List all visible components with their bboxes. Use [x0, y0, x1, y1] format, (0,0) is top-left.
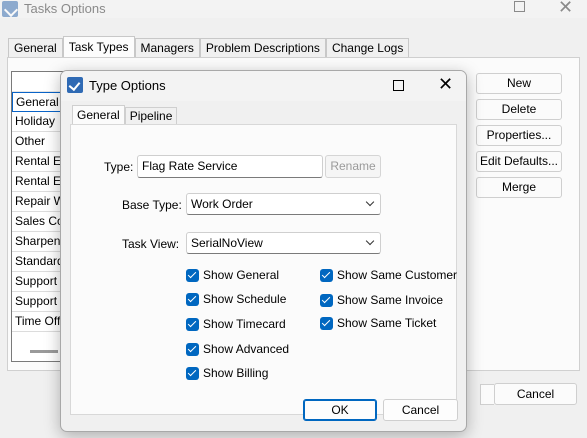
show-advanced-checkbox[interactable]: Show Advanced: [186, 341, 289, 357]
show-timecard-checkbox[interactable]: Show Timecard: [186, 316, 286, 332]
checkbox-checked-icon: [186, 292, 199, 306]
checkbox-checked-icon: [320, 268, 333, 282]
checkbox-checked-icon: [186, 317, 199, 331]
checkbox-label: Show Advanced: [203, 342, 290, 356]
rename-button[interactable]: Rename: [325, 155, 381, 178]
dialog-title: Type Options: [89, 78, 166, 93]
tab-problem-descriptions[interactable]: Problem Descriptions: [199, 38, 326, 58]
new-button[interactable]: New: [476, 73, 562, 94]
tasks-options-tabs: General Task Types Managers Problem Desc…: [8, 36, 410, 58]
checkbox-checked-icon: [186, 366, 199, 380]
tasks-options-titlebar: Tasks Options ✕: [0, 0, 587, 18]
tab-change-logs[interactable]: Change Logs: [325, 38, 410, 58]
tab-task-types[interactable]: Task Types: [62, 36, 135, 58]
checkbox-checked-icon: [186, 268, 199, 282]
show-same-customer-checkbox[interactable]: Show Same Customer: [320, 267, 457, 283]
tab-pipeline[interactable]: Pipeline: [124, 107, 178, 125]
tab-general[interactable]: General: [72, 105, 125, 125]
delete-button[interactable]: Delete: [476, 99, 562, 120]
close-icon[interactable]: ✕: [558, 0, 573, 18]
tab-general[interactable]: General: [8, 38, 63, 58]
dialog-titlebar: Type Options ✕: [61, 71, 466, 101]
app-icon: [67, 77, 83, 93]
checkbox-label: Show General: [203, 268, 280, 282]
properties-button[interactable]: Properties...: [476, 125, 562, 146]
maximize-icon[interactable]: [393, 80, 404, 91]
show-schedule-checkbox[interactable]: Show Schedule: [186, 291, 286, 307]
type-label: Type:: [104, 160, 134, 174]
chevron-down-icon: [365, 197, 375, 207]
tab-managers[interactable]: Managers: [134, 38, 200, 58]
task-view-label: Task View:: [122, 237, 180, 251]
task-view-value: SerialNoView: [191, 236, 263, 250]
checkbox-label: Show Timecard: [203, 317, 286, 331]
cancel-button[interactable]: Cancel: [383, 399, 458, 421]
show-same-invoice-checkbox[interactable]: Show Same Invoice: [320, 292, 443, 308]
ok-button[interactable]: OK: [303, 399, 377, 421]
checkbox-label: Show Same Ticket: [337, 316, 437, 330]
app-icon: [2, 1, 18, 17]
base-type-value: Work Order: [191, 197, 253, 211]
show-billing-checkbox[interactable]: Show Billing: [186, 365, 268, 381]
close-icon[interactable]: ✕: [438, 74, 453, 96]
task-view-select[interactable]: SerialNoView: [186, 232, 381, 254]
type-options-dialog: Type Options ✕ General Pipeline Type: Fl…: [60, 70, 467, 432]
checkbox-label: Show Same Customer: [337, 268, 458, 282]
type-input[interactable]: Flag Rate Service: [137, 155, 323, 178]
base-type-select[interactable]: Work Order: [186, 193, 381, 215]
cancel-button[interactable]: Cancel: [494, 383, 577, 405]
checkbox-label: Show Schedule: [203, 292, 287, 306]
base-type-label: Base Type:: [122, 198, 182, 212]
show-same-ticket-checkbox[interactable]: Show Same Ticket: [320, 315, 436, 331]
checkbox-label: Show Billing: [203, 366, 269, 380]
checkbox-checked-icon: [186, 342, 199, 356]
checkbox-checked-icon: [320, 293, 333, 307]
checkbox-checked-icon: [320, 316, 333, 330]
chevron-down-icon: [365, 236, 375, 246]
horizontal-scrollbar[interactable]: [30, 350, 58, 353]
window-title: Tasks Options: [24, 1, 106, 16]
checkbox-label: Show Same Invoice: [337, 293, 444, 307]
merge-button[interactable]: Merge: [476, 177, 562, 198]
ok-button-partial[interactable]: [480, 384, 494, 405]
show-general-checkbox[interactable]: Show General: [186, 267, 279, 283]
edit-defaults-button[interactable]: Edit Defaults...: [476, 151, 562, 172]
maximize-icon[interactable]: [514, 1, 525, 12]
